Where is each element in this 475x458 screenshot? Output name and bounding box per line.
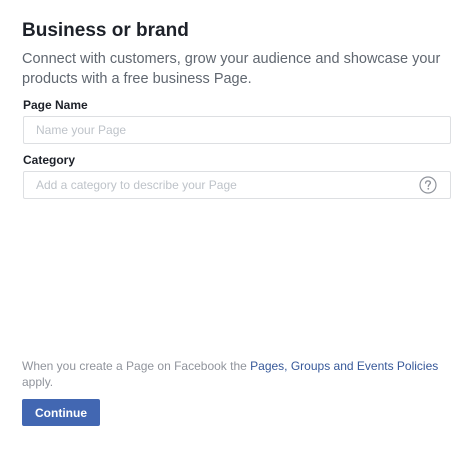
page-description: Connect with customers, grow your audien…: [22, 51, 441, 87]
page-title: Business or brand: [22, 20, 189, 41]
policy-link[interactable]: Pages, Groups and Events Policies: [250, 359, 438, 373]
continue-button[interactable]: Continue: [22, 399, 100, 426]
page-name-label: Page Name: [23, 98, 88, 112]
policy-notice: When you create a Page on Facebook the P…: [22, 358, 454, 390]
policy-suffix: apply.: [22, 375, 54, 389]
category-label: Category: [23, 153, 76, 167]
policy-prefix: When you create a Page on Facebook the: [22, 359, 251, 373]
category-input[interactable]: [23, 171, 451, 199]
page-name-input[interactable]: [23, 116, 451, 144]
question-circle-icon[interactable]: [419, 176, 437, 194]
